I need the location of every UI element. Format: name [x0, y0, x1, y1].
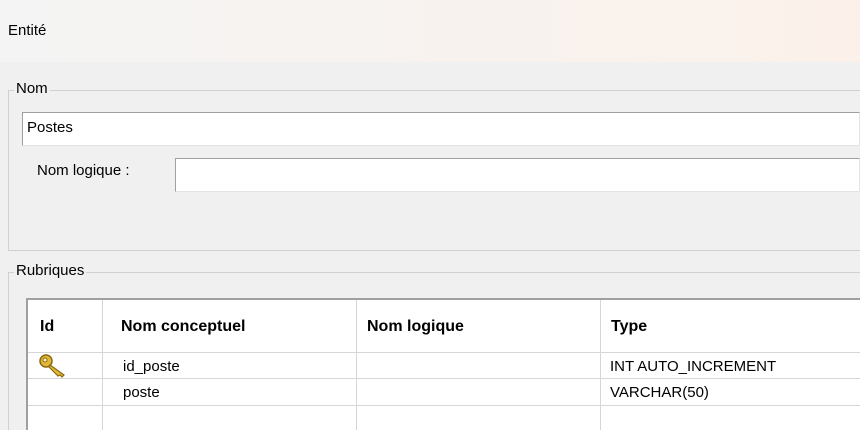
col-divider	[102, 300, 103, 430]
rubriques-group-border-top	[8, 272, 860, 273]
rubriques-group-legend: Rubriques	[14, 262, 87, 279]
column-header-id[interactable]: Id	[40, 318, 54, 336]
header-title: Entité	[8, 22, 47, 39]
row-divider	[28, 352, 860, 353]
cell-nom-conceptuel[interactable]: id_poste	[123, 358, 180, 375]
entity-name-field[interactable]: Postes	[22, 112, 860, 146]
nom-group-border-top	[8, 90, 860, 91]
logical-name-label: Nom logique :	[37, 162, 130, 179]
logical-name-field[interactable]	[175, 158, 860, 192]
cell-nom-conceptuel[interactable]: poste	[123, 384, 160, 401]
rubriques-group-border-left	[8, 272, 9, 430]
column-header-type[interactable]: Type	[611, 318, 647, 336]
row-divider	[28, 378, 860, 379]
col-divider	[600, 300, 601, 430]
column-header-nom-logique[interactable]: Nom logique	[367, 318, 464, 336]
entity-name-value: Postes	[27, 119, 73, 136]
nom-group-legend: Nom	[14, 80, 50, 97]
column-header-nom-conceptuel[interactable]: Nom conceptuel	[121, 318, 245, 336]
nom-group-border-left	[8, 90, 9, 250]
rubriques-grid[interactable]: Id Nom conceptuel Nom logique Type id_po…	[26, 298, 860, 430]
entity-header: Entité	[0, 0, 860, 62]
cell-type[interactable]: VARCHAR(50)	[610, 384, 709, 401]
row-divider	[28, 405, 860, 406]
col-divider	[356, 300, 357, 430]
nom-group-border-bottom	[8, 250, 860, 251]
cell-type[interactable]: INT AUTO_INCREMENT	[610, 358, 776, 375]
key-icon	[39, 354, 65, 378]
